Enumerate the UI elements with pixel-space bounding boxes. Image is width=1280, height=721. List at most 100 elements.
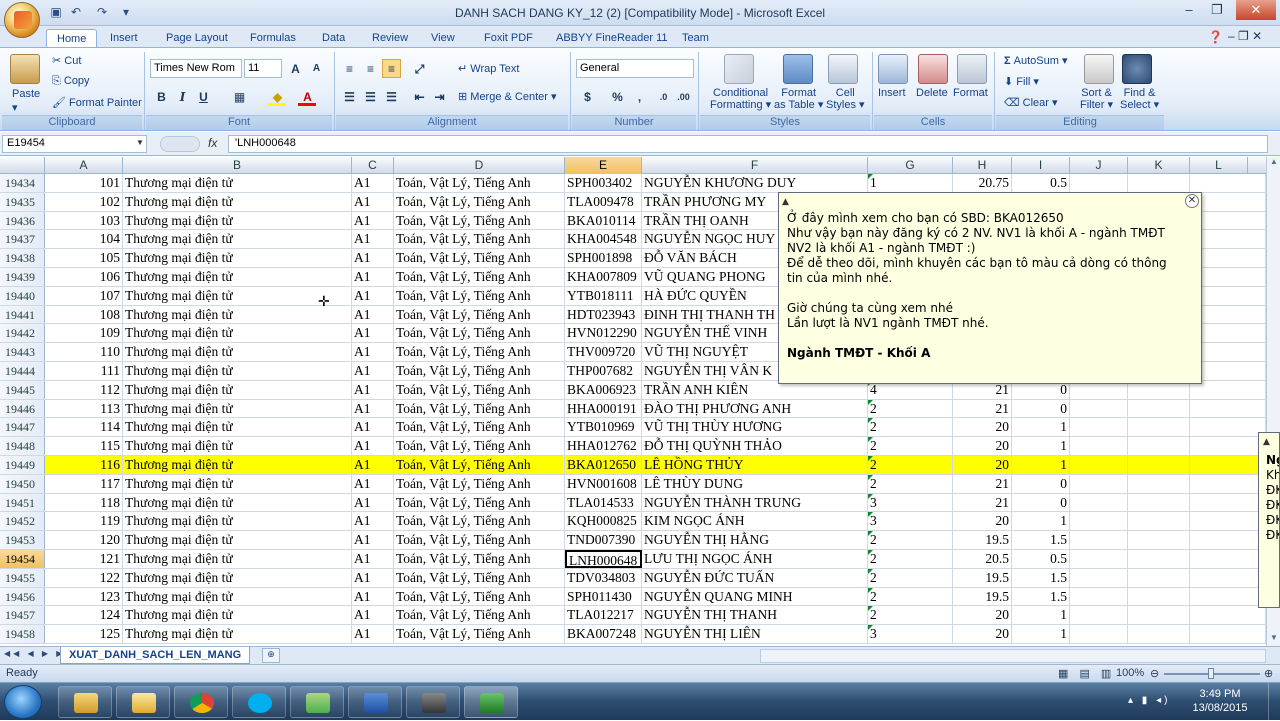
- formula-input[interactable]: 'LNH000648: [228, 135, 1268, 153]
- row-header[interactable]: 19439: [0, 268, 45, 286]
- cell-k[interactable]: [1128, 606, 1190, 625]
- row-header[interactable]: 19455: [0, 568, 45, 587]
- row-header[interactable]: 19445: [0, 380, 45, 399]
- cell-k[interactable]: [1128, 456, 1190, 474]
- shrink-font-icon[interactable]: A: [307, 59, 326, 78]
- row-header[interactable]: 19448: [0, 437, 45, 455]
- tab-insert[interactable]: Insert: [100, 29, 148, 48]
- cell-a[interactable]: 115: [45, 437, 123, 455]
- cell-d[interactable]: Toán, Vật Lý, Tiếng Anh: [394, 399, 565, 418]
- cell-d[interactable]: Toán, Vật Lý, Tiếng Anh: [394, 362, 565, 380]
- quick-access-more-icon[interactable]: ▾: [118, 4, 134, 20]
- taskbar-app[interactable]: [290, 686, 344, 718]
- row-header[interactable]: 19440: [0, 286, 45, 305]
- autosum-button[interactable]: Σ AutoSum ▾: [1004, 54, 1068, 67]
- cell-b[interactable]: Thương mại điện tử: [123, 249, 352, 267]
- column-header-e[interactable]: E: [565, 157, 642, 174]
- cell-c[interactable]: A1: [352, 380, 394, 399]
- cell-i[interactable]: 1.5: [1012, 587, 1070, 606]
- row-header[interactable]: 19442: [0, 324, 45, 343]
- tab-page-layout[interactable]: Page Layout: [156, 29, 238, 48]
- cell-d[interactable]: Toán, Vật Lý, Tiếng Anh: [394, 568, 565, 587]
- cell-l[interactable]: [1190, 550, 1266, 568]
- row-header[interactable]: 19452: [0, 512, 45, 531]
- select-all-corner[interactable]: [0, 157, 45, 174]
- cell-l[interactable]: [1190, 568, 1266, 587]
- conditional-formatting-icon[interactable]: [724, 54, 754, 84]
- cell-h[interactable]: 20.5: [953, 550, 1012, 568]
- cell-d[interactable]: Toán, Vật Lý, Tiếng Anh: [394, 418, 565, 437]
- cell-c[interactable]: A1: [352, 474, 394, 493]
- cell-b[interactable]: Thương mại điện tử: [123, 512, 352, 531]
- cell-e[interactable]: HHA000191: [565, 399, 642, 418]
- insert-cells-button[interactable]: Insert: [878, 87, 906, 99]
- row-header[interactable]: 19449: [0, 456, 45, 474]
- sheet-tab[interactable]: XUAT_DANH_SACH_LEN_MANG: [60, 647, 251, 664]
- cell-c[interactable]: A1: [352, 192, 394, 211]
- currency-button[interactable]: $: [578, 87, 597, 106]
- cell-d[interactable]: Toán, Vật Lý, Tiếng Anh: [394, 192, 565, 211]
- cell-a[interactable]: 122: [45, 568, 123, 587]
- active-cell[interactable]: LNH000648: [565, 550, 642, 568]
- cell-b[interactable]: Thương mại điện tử: [123, 211, 352, 230]
- cell-f[interactable]: NGUYỄN THỊ HẰNG: [642, 531, 868, 549]
- cell-a[interactable]: 120: [45, 531, 123, 549]
- cell-e[interactable]: KQH000825: [565, 512, 642, 531]
- row-header[interactable]: 19450: [0, 474, 45, 493]
- cell-l[interactable]: [1190, 174, 1266, 192]
- cell-c[interactable]: A1: [352, 587, 394, 606]
- cell-e[interactable]: HHA012762: [565, 437, 642, 455]
- comment-close-icon[interactable]: ✕: [1185, 194, 1199, 208]
- cell-c[interactable]: A1: [352, 305, 394, 324]
- name-box[interactable]: E19454: [2, 135, 147, 153]
- row-header[interactable]: 19456: [0, 587, 45, 606]
- cell-d[interactable]: Toán, Vật Lý, Tiếng Anh: [394, 606, 565, 625]
- cell-e[interactable]: TLA012217: [565, 606, 642, 625]
- cell-l[interactable]: [1190, 606, 1266, 625]
- column-header-l[interactable]: L: [1190, 157, 1248, 174]
- paste-button[interactable]: Paste: [12, 88, 40, 100]
- cell-k[interactable]: [1128, 493, 1190, 512]
- cell-d[interactable]: Toán, Vật Lý, Tiếng Anh: [394, 380, 565, 399]
- cell-a[interactable]: 107: [45, 286, 123, 305]
- cell-f[interactable]: LÊ HỒNG THỦY: [642, 456, 868, 474]
- cell-c[interactable]: A1: [352, 493, 394, 512]
- align-center-icon[interactable]: ☰: [361, 87, 380, 106]
- row-header[interactable]: 19434: [0, 174, 45, 192]
- insert-sheet-icon[interactable]: ⊕: [262, 648, 280, 663]
- cell-c[interactable]: A1: [352, 230, 394, 249]
- taskbar-skype[interactable]: [232, 686, 286, 718]
- wrap-text-button[interactable]: ↵ Wrap Text: [458, 62, 519, 75]
- cell-d[interactable]: Toán, Vật Lý, Tiếng Anh: [394, 493, 565, 512]
- number-format-select[interactable]: General: [576, 59, 694, 78]
- cell-a[interactable]: 102: [45, 192, 123, 211]
- cell-h[interactable]: 20: [953, 625, 1012, 643]
- cell-k[interactable]: [1128, 550, 1190, 568]
- conditional-formatting-button[interactable]: Conditional Formatting ▾: [710, 87, 771, 111]
- cell-a[interactable]: 111: [45, 362, 123, 380]
- cell-a[interactable]: 123: [45, 587, 123, 606]
- cell-e[interactable]: TDV034803: [565, 568, 642, 587]
- cell-comment[interactable]: ▲ ✕ Ở đây mình xem cho bạn có SBD: BKA01…: [778, 192, 1202, 384]
- cell-d[interactable]: Toán, Vật Lý, Tiếng Anh: [394, 587, 565, 606]
- cell-l[interactable]: [1190, 456, 1266, 474]
- delete-cells-button[interactable]: Delete: [916, 87, 948, 99]
- zoom-slider-thumb[interactable]: [1208, 668, 1214, 679]
- cell-e[interactable]: TLA009478: [565, 192, 642, 211]
- cell-b[interactable]: Thương mại điện tử: [123, 399, 352, 418]
- copy-button[interactable]: ⎘ Copy: [52, 75, 90, 88]
- column-header-b[interactable]: B: [123, 157, 352, 174]
- cell-i[interactable]: 1.5: [1012, 568, 1070, 587]
- cell-j[interactable]: [1070, 512, 1128, 531]
- cell-d[interactable]: Toán, Vật Lý, Tiếng Anh: [394, 625, 565, 643]
- cell-c[interactable]: A1: [352, 249, 394, 267]
- taskbar-chrome[interactable]: [174, 686, 228, 718]
- format-as-table-button[interactable]: Format as Table ▾: [774, 87, 823, 111]
- cell-i[interactable]: 0: [1012, 474, 1070, 493]
- cell-e[interactable]: TND007390: [565, 531, 642, 549]
- cell-f[interactable]: NGUYỄN KHƯƠNG DUY: [642, 174, 868, 192]
- row-header[interactable]: 19441: [0, 305, 45, 324]
- taskbar-excel[interactable]: [464, 686, 518, 718]
- cell-e[interactable]: HVN012290: [565, 324, 642, 343]
- cell-h[interactable]: 20: [953, 606, 1012, 625]
